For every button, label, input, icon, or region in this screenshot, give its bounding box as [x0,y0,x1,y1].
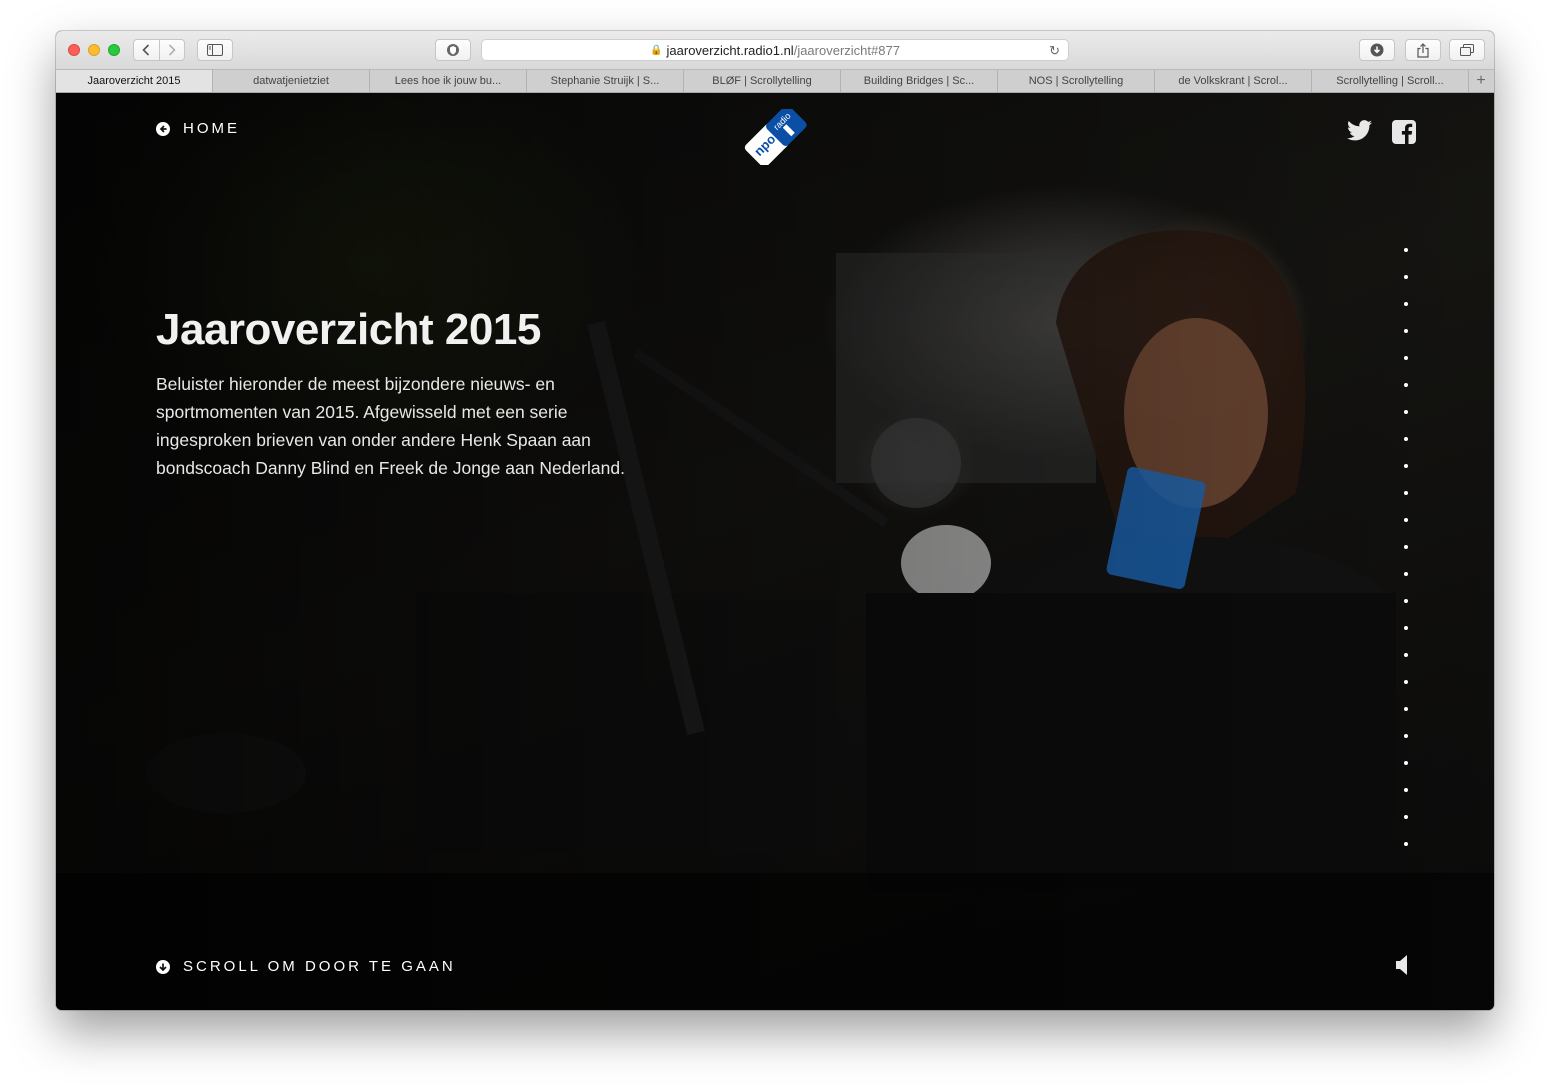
tabs-overview-icon [1460,44,1474,56]
tab-item[interactable]: Building Bridges | Sc... [841,70,998,92]
url-path: /jaaroverzicht#877 [793,42,900,58]
speaker-icon[interactable] [1395,954,1411,976]
privacy-report-button[interactable] [435,39,471,61]
chevron-right-icon [168,44,176,56]
close-window-button[interactable] [68,44,80,56]
chapter-dot[interactable] [1404,788,1408,792]
npo-radio1-logo[interactable]: npo radio [735,109,815,165]
chapter-dot[interactable] [1404,329,1408,333]
zoom-window-button[interactable] [108,44,120,56]
arrow-left-circle-icon [156,121,170,136]
chapter-dot[interactable] [1404,842,1408,846]
tab-item[interactable]: Stephanie Struijk | S... [527,70,684,92]
sidebar-button[interactable] [197,39,233,61]
tab-item[interactable]: NOS | Scrollytelling [998,70,1155,92]
reload-icon[interactable]: ↻ [1049,43,1060,59]
chapter-dot[interactable] [1404,707,1408,711]
history-nav [133,39,185,61]
chapter-dot[interactable] [1404,761,1408,765]
tab-item[interactable]: datwatjenietziet [213,70,370,92]
downloads-button[interactable] [1359,39,1395,61]
tab-item[interactable]: Lees hoe ik jouw bu... [370,70,527,92]
show-all-tabs-button[interactable] [1449,39,1485,61]
address-bar[interactable]: 🔒 jaaroverzicht.radio1.nl/jaaroverzicht#… [481,39,1069,61]
chapter-dot[interactable] [1404,518,1408,522]
chapter-dot[interactable] [1404,464,1408,468]
chapter-dot[interactable] [1404,653,1408,657]
minimize-window-button[interactable] [88,44,100,56]
tab-bar: Jaaroverzicht 2015 datwatjenietziet Lees… [56,69,1494,93]
intro-text: Beluister hieronder de meest bijzondere … [156,374,625,478]
browser-window: 🔒 jaaroverzicht.radio1.nl/jaaroverzicht#… [56,31,1494,1010]
chapter-dot[interactable] [1404,410,1408,414]
chapter-dot[interactable] [1404,383,1408,387]
chapter-dot[interactable] [1404,734,1408,738]
chapter-dot[interactable] [1404,572,1408,576]
tab-item[interactable]: BLØF | Scrollytelling [684,70,841,92]
scroll-label: SCROLL OM DOOR TE GAAN [183,958,456,975]
arrow-down-circle-icon [156,959,170,974]
chapter-dot[interactable] [1404,815,1408,819]
tab-item[interactable]: Jaaroverzicht 2015 [56,70,213,92]
chapter-dot[interactable] [1404,275,1408,279]
browser-toolbar: 🔒 jaaroverzicht.radio1.nl/jaaroverzicht#… [56,31,1494,69]
chapter-dot[interactable] [1404,356,1408,360]
facebook-icon[interactable] [1392,120,1416,144]
home-label: HOME [183,120,240,137]
chapter-dot[interactable] [1404,626,1408,630]
lock-icon: 🔒 [650,44,663,56]
sidebar-icon [207,44,223,56]
share-icon [1417,42,1429,58]
hero-section: HOME npo radio Jaaroverzicht 2015 Beluis… [56,93,1494,1010]
chapter-dot[interactable] [1404,599,1408,603]
forward-button[interactable] [158,40,185,60]
chapter-dot[interactable] [1404,545,1408,549]
new-tab-button[interactable]: + [1469,70,1493,92]
tab-item[interactable]: Scrollytelling | Scroll... [1312,70,1469,92]
chapter-dot[interactable] [1404,437,1408,441]
chapter-dot[interactable] [1404,302,1408,306]
photo-shade [56,93,1494,1010]
page-title: Jaaroverzicht 2015 [156,305,541,354]
back-button[interactable] [134,40,159,60]
chapter-dot[interactable] [1404,680,1408,684]
share-button[interactable] [1405,39,1441,61]
home-link[interactable]: HOME [156,120,240,137]
shield-icon [447,44,459,56]
tab-item[interactable]: de Volkskrant | Scrol... [1155,70,1312,92]
twitter-icon[interactable] [1347,120,1372,141]
url-domain: jaaroverzicht.radio1.nl [666,42,794,58]
scroll-prompt[interactable]: SCROLL OM DOOR TE GAAN [156,958,456,975]
chapter-dot[interactable] [1404,248,1408,252]
download-icon [1370,43,1384,57]
chevron-left-icon [142,44,150,56]
chapter-dot-navigation [1404,248,1410,869]
chapter-dot[interactable] [1404,491,1408,495]
